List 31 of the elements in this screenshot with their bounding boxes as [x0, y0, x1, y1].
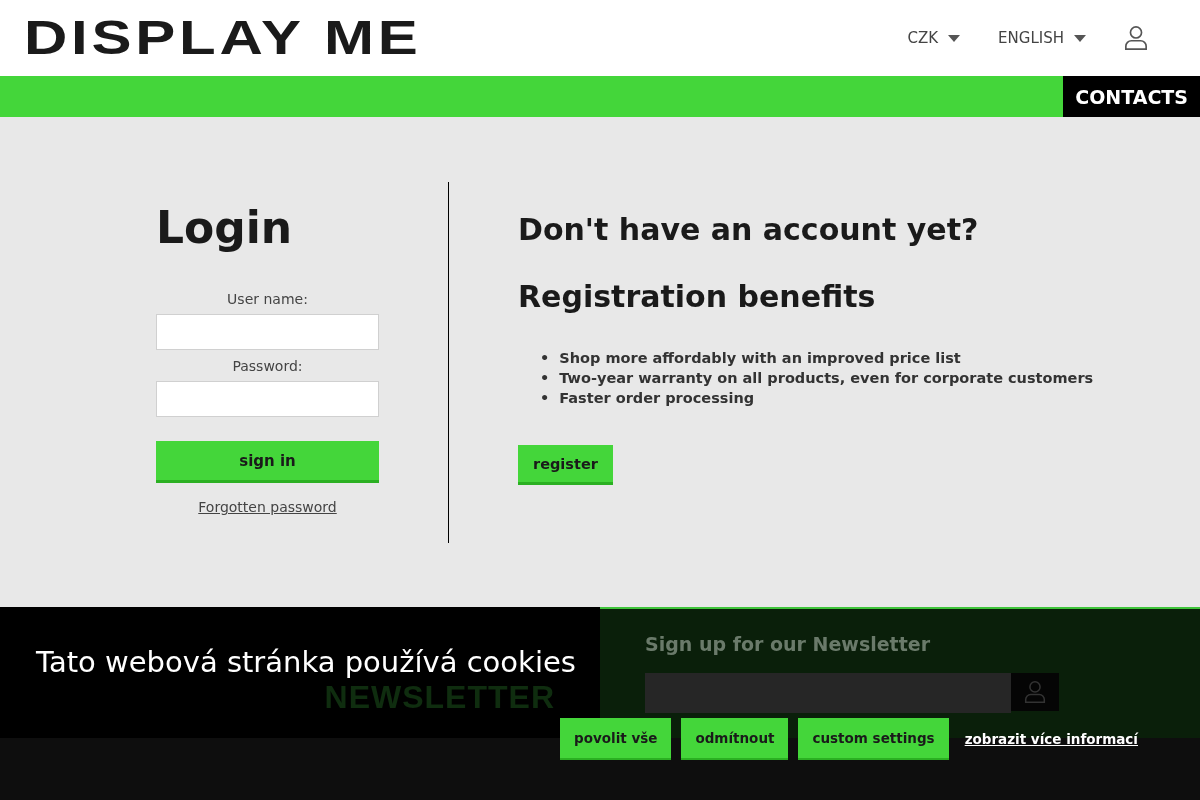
field-label: User name:: [227, 291, 308, 307]
cookie-button[interactable]: odmítnout: [681, 718, 789, 760]
caret-icon: [1074, 34, 1086, 42]
register-button[interactable]: register: [518, 445, 613, 485]
bullet: •: [540, 369, 550, 388]
cookie-message: Tato webová stránka používá cookies: [36, 645, 576, 679]
caret-icon: [948, 34, 961, 42]
sign-in-button[interactable]: sign in: [156, 441, 379, 483]
bullet: •: [540, 349, 550, 368]
input-field[interactable]: [156, 314, 379, 350]
user-icon[interactable]: [1124, 24, 1148, 52]
benefit-item: Two-year warranty on all products, even for corporate customers: [559, 369, 1094, 388]
bullet: •: [540, 389, 550, 408]
more-info-link[interactable]: zobrazit více informací: [964, 731, 1138, 747]
contacts-link[interactable]: CONTACTS: [1063, 76, 1200, 117]
language-selector[interactable]: ENGLISH: [998, 29, 1086, 47]
cookie-button[interactable]: custom settings: [798, 718, 949, 760]
field-label: Password:: [232, 358, 303, 374]
currency-selector[interactable]: CZK: [907, 29, 961, 47]
newsletter-submit-button[interactable]: [1011, 673, 1059, 711]
logo[interactable]: DISPLAY ME: [24, 14, 422, 62]
newsletter-title: Sign up for our Newsletter: [645, 633, 931, 655]
benefits-heading: Registration benefits: [518, 279, 877, 314]
forgotten-password-link[interactable]: Forgotten password: [198, 499, 337, 515]
login-title: Login: [156, 202, 293, 253]
question-heading: Don't have an account yet?: [518, 212, 980, 247]
benefit-item: Faster order processing: [559, 389, 755, 408]
benefit-item: Shop more affordably with an improved price list: [559, 349, 961, 368]
input-field[interactable]: [156, 381, 379, 417]
newsletter-email-field[interactable]: [645, 673, 1011, 713]
cookie-button[interactable]: povolit vše: [560, 718, 672, 760]
